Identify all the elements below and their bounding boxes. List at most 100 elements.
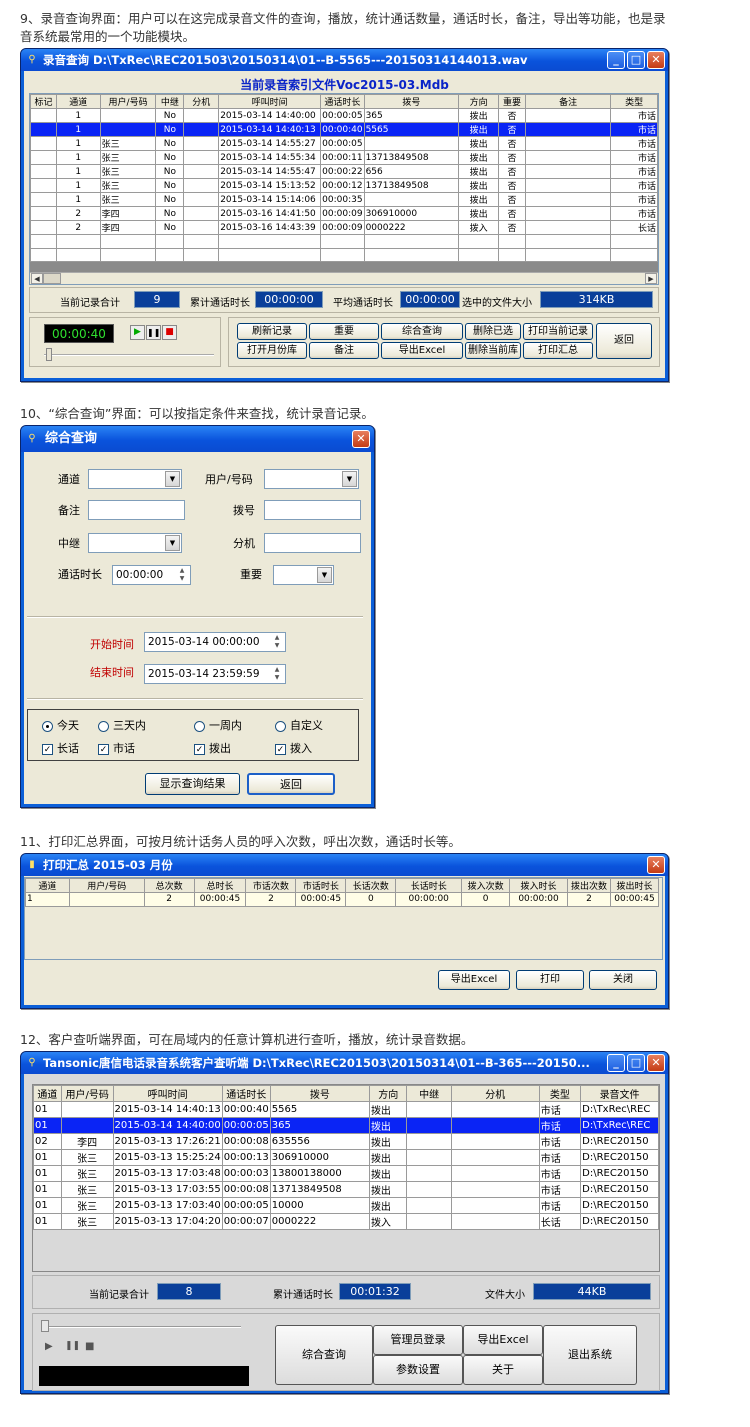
- advanced-search-button[interactable]: 综合查询: [381, 323, 463, 340]
- column-header[interactable]: 用户/号码: [99, 94, 157, 109]
- note-button[interactable]: 备注: [309, 342, 379, 359]
- column-header[interactable]: 拨出时长: [609, 878, 660, 893]
- column-header[interactable]: 长话时长: [395, 878, 463, 893]
- export-excel-button[interactable]: 导出Excel: [463, 1325, 543, 1355]
- table-row[interactable]: 02 李四 2015-03-13 17:26:21 00:00:08 635556 拨出 市…: [33, 1133, 659, 1150]
- summary-table[interactable]: 通道 用户/号码 总次数 总时长 市话次数 市话时长 长话次数 长话时长 拨入次数 拨入时长 拨出次…: [24, 877, 663, 960]
- column-header[interactable]: 拨号: [363, 94, 460, 109]
- table-row[interactable]: 1 张三 No 2015-03-14 15:13:52 00:00:12 13713849…: [30, 178, 658, 193]
- column-header[interactable]: 拨出次数: [566, 878, 611, 893]
- close-dialog-button[interactable]: 关闭: [589, 970, 657, 990]
- export-excel-button[interactable]: 导出Excel: [381, 342, 463, 359]
- records-table[interactable]: 标记 通道 用户/号码 中继 分机 呼叫时间 通话时长 拨号 方向 重要 备注 类型 1 No 2015-…: [29, 93, 659, 285]
- stop-icon[interactable]: ■: [162, 325, 177, 340]
- progress-slider-thumb[interactable]: [46, 348, 52, 361]
- column-header[interactable]: 呼叫时间: [112, 1085, 223, 1102]
- column-header[interactable]: 总时长: [193, 878, 247, 893]
- show-results-button[interactable]: 显示查询结果: [145, 773, 240, 795]
- stop-icon[interactable]: ■: [85, 1341, 94, 1352]
- minimize-button[interactable]: _: [607, 1054, 625, 1072]
- important-button[interactable]: 重要: [309, 323, 379, 340]
- open-month-db-button[interactable]: 打开月份库: [237, 342, 307, 359]
- about-button[interactable]: 关于: [463, 1355, 543, 1385]
- close-button[interactable]: ✕: [647, 51, 665, 69]
- column-header[interactable]: 拨号: [269, 1085, 370, 1102]
- print-current-button[interactable]: 打印当前记录: [523, 323, 593, 340]
- column-header[interactable]: 方向: [368, 1085, 408, 1102]
- table-row[interactable]: 01 张三 2015-03-13 17:04:20 00:00:07 0000222 拨入…: [33, 1213, 659, 1230]
- table-row[interactable]: 1 张三 No 2015-03-14 15:14:06 00:00:35 拨出否 市话: [30, 192, 658, 207]
- note-input[interactable]: [88, 500, 185, 520]
- column-header[interactable]: 分机: [183, 94, 220, 109]
- table-row[interactable]: 01 2015-03-14 14:40:13 00:00:40 5565 拨出 市话 D:\…: [33, 1101, 659, 1118]
- column-header[interactable]: 通道: [25, 878, 70, 893]
- back-button[interactable]: 返回: [247, 773, 335, 795]
- column-header[interactable]: 分机: [450, 1085, 540, 1102]
- trunk-select[interactable]: ▼: [88, 533, 182, 553]
- check-incoming[interactable]: ✓ 拨入: [275, 740, 312, 756]
- spinner-icon[interactable]: ▲ ▼: [270, 634, 284, 650]
- scroll-left-icon[interactable]: ◀: [31, 273, 43, 284]
- close-button[interactable]: ✕: [352, 430, 370, 448]
- radio-three-days[interactable]: 三天内: [98, 717, 146, 733]
- column-header[interactable]: 中继: [155, 94, 185, 109]
- check-local[interactable]: ✓ 市话: [98, 740, 135, 756]
- chevron-down-icon[interactable]: ▼: [317, 567, 332, 583]
- back-button[interactable]: 返回: [596, 323, 652, 359]
- table-row[interactable]: 1 No 2015-03-14 14:40:00 00:00:05 365 拨出否 市话: [30, 108, 658, 123]
- radio-today[interactable]: 今天: [42, 717, 79, 733]
- important-select[interactable]: ▼: [273, 565, 334, 585]
- channel-select[interactable]: ▼: [88, 469, 182, 489]
- horizontal-scrollbar[interactable]: ◀ ▶: [30, 272, 658, 284]
- dial-input[interactable]: [264, 500, 361, 520]
- chevron-down-icon[interactable]: ▼: [165, 471, 180, 487]
- advanced-search-button[interactable]: 综合查询: [275, 1325, 373, 1385]
- column-header[interactable]: 备注: [524, 94, 612, 109]
- column-header[interactable]: 市话次数: [245, 878, 297, 893]
- maximize-button[interactable]: □: [627, 1054, 645, 1072]
- chevron-down-icon[interactable]: ▼: [342, 471, 357, 487]
- scroll-thumb[interactable]: [43, 273, 61, 284]
- close-button[interactable]: ✕: [647, 856, 665, 874]
- column-header[interactable]: 市话时长: [295, 878, 347, 893]
- column-header[interactable]: 类型: [538, 1085, 582, 1102]
- table-row[interactable]: 2 李四 No 2015-03-16 14:41:50 00:00:09 30691000…: [30, 206, 658, 221]
- user-select[interactable]: ▼: [264, 469, 359, 489]
- exit-button[interactable]: 退出系统: [543, 1325, 637, 1385]
- column-header[interactable]: 通话时长: [221, 1085, 271, 1102]
- minimize-button[interactable]: _: [607, 51, 625, 69]
- records-table[interactable]: 通道 用户/号码 呼叫时间 通话时长 拨号 方向 中继 分机 类型 录音文件 01 2015-03-…: [32, 1084, 660, 1272]
- column-header[interactable]: 总次数: [143, 878, 195, 893]
- scroll-right-icon[interactable]: ▶: [645, 273, 657, 284]
- spinner-icon[interactable]: ▲ ▼: [270, 666, 284, 682]
- export-excel-button[interactable]: 导出Excel: [438, 970, 510, 990]
- column-header[interactable]: 通道: [55, 94, 101, 109]
- column-header[interactable]: 用户/号码: [60, 1085, 114, 1102]
- table-row[interactable]: 1 张三 No 2015-03-14 14:55:34 00:00:11 13713849…: [30, 150, 658, 165]
- column-header[interactable]: 拨入时长: [509, 878, 568, 893]
- maximize-button[interactable]: □: [627, 51, 645, 69]
- pause-icon[interactable]: ❚❚: [65, 1341, 80, 1351]
- table-row[interactable]: 01 2015-03-14 14:40:00 00:00:05 365 拨出 市话 D:\T…: [33, 1117, 659, 1134]
- radio-custom[interactable]: 自定义: [275, 717, 323, 733]
- duration-input[interactable]: 00:00:00 ▲ ▼: [112, 565, 191, 585]
- table-row[interactable]: 1 张三 No 2015-03-14 14:55:27 00:00:05 拨出否 市话: [30, 136, 658, 151]
- settings-button[interactable]: 参数设置: [373, 1355, 463, 1385]
- progress-track[interactable]: [44, 354, 214, 356]
- delete-current-db-button[interactable]: 删除当前库: [465, 342, 521, 359]
- check-long-distance[interactable]: ✓ 长话: [42, 740, 79, 756]
- table-row[interactable]: 1 张三 No 2015-03-14 14:55:47 00:00:22 656 拨出否 市话: [30, 164, 658, 179]
- table-row[interactable]: 1 No 2015-03-14 14:40:13 00:00:40 5565 拨出否 市话: [30, 122, 658, 137]
- table-row[interactable]: 01 张三 2015-03-13 17:03:55 00:00:08 137138495…: [33, 1181, 659, 1198]
- table-row[interactable]: 2 李四 No 2015-03-16 14:43:39 00:00:09 0000222 拨…: [30, 220, 658, 235]
- start-time-input[interactable]: 2015-03-14 00:00:00 ▲ ▼: [144, 632, 286, 652]
- table-row[interactable]: 01 张三 2015-03-13 17:03:40 00:00:05 10000 拨出 市话…: [33, 1197, 659, 1214]
- column-header[interactable]: 方向: [458, 94, 500, 109]
- column-header[interactable]: 拨入次数: [461, 878, 511, 893]
- refresh-button[interactable]: 刷新记录: [237, 323, 307, 340]
- table-row[interactable]: 1 2 00:00:45 2 00:00:45 0 00:00:00 0 00:00:00 2 00…: [25, 892, 660, 907]
- column-header[interactable]: 录音文件: [580, 1085, 659, 1102]
- column-header[interactable]: 呼叫时间: [218, 94, 322, 109]
- column-header[interactable]: 通话时长: [320, 94, 365, 109]
- column-header[interactable]: 通道: [33, 1085, 62, 1102]
